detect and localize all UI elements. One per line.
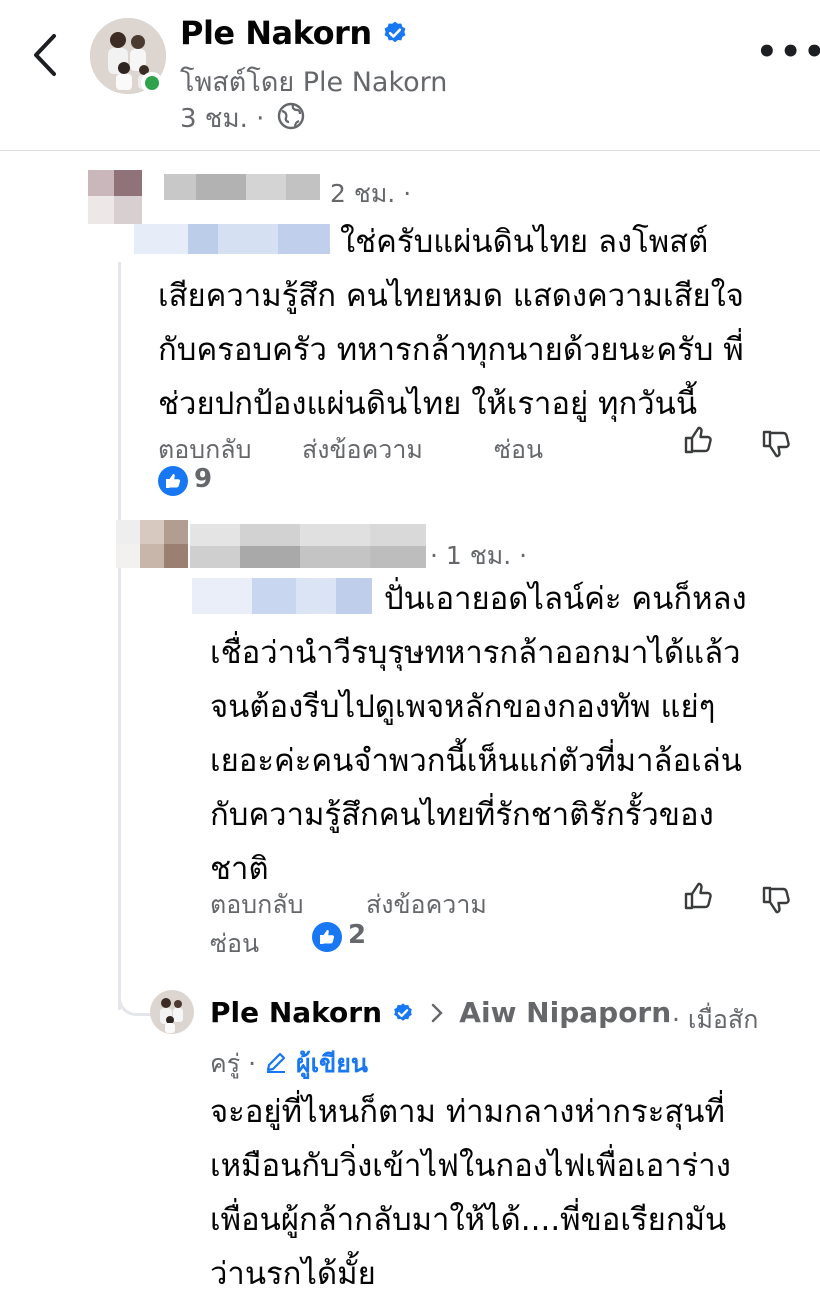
comment-2-time: · 1 ชม. · <box>430 541 528 570</box>
thread-connector <box>118 985 151 1016</box>
comment-2-reply-button[interactable]: ตอบกลับ <box>210 885 303 925</box>
reply-author-name[interactable]: Ple Nakorn <box>210 996 382 1029</box>
like-reaction-icon[interactable] <box>158 466 188 496</box>
reply-author-name-row[interactable]: Ple Nakorn Aiw Nipaporn <box>210 996 671 1031</box>
thumbs-down-icon[interactable] <box>760 884 792 920</box>
post-time: 3 ชม. · <box>180 104 265 134</box>
back-chevron-icon[interactable] <box>28 30 62 80</box>
thumbs-up-icon[interactable] <box>682 424 714 460</box>
comment-1-like-count: 9 <box>194 464 213 494</box>
comment-2-text: ปั่นเอายอดไลน์ค่ะ คนก็หลง เชื่อว่านำวีรบ… <box>210 581 747 887</box>
reply-meta-row: ครู่ · ผู้เขียน <box>210 1044 368 1084</box>
comment-1-time: 2 ชม. · <box>330 179 412 208</box>
comment-1-hide-button[interactable]: ซ่อน <box>494 430 543 470</box>
commenter-avatar-blurred[interactable] <box>88 170 142 224</box>
author-name[interactable]: Ple Nakorn <box>180 14 372 52</box>
post-time-row: 3 ชม. · <box>180 98 305 139</box>
reply-to-name[interactable]: Aiw Nipaporn <box>459 996 671 1029</box>
comment-2-like-count: 2 <box>348 920 367 950</box>
commenter-avatar-blurred[interactable] <box>116 520 188 568</box>
comment-2-hide-button[interactable]: ซ่อน <box>210 924 259 964</box>
pencil-icon <box>264 1050 288 1080</box>
thumbs-up-icon[interactable] <box>682 880 714 916</box>
like-reaction-icon[interactable] <box>312 922 342 952</box>
globe-icon <box>277 102 305 137</box>
comment-1-message-button[interactable]: ส่งข้อความ <box>302 430 423 470</box>
commenter-name-blurred[interactable] <box>190 524 426 568</box>
posted-by-label: โพสต์โดย Ple Nakorn <box>180 67 448 98</box>
chevron-right-icon <box>428 998 446 1031</box>
commenter-name-blurred[interactable] <box>164 174 320 200</box>
reply-time-part2: ครู่ · <box>210 1049 257 1078</box>
author-name-row[interactable]: Ple Nakorn <box>180 14 408 54</box>
reply-time-part1: · เมื่อสัก <box>672 1005 759 1034</box>
comment-2-message-button[interactable]: ส่งข้อความ <box>366 885 487 925</box>
verified-badge-icon <box>392 998 414 1031</box>
verified-badge-icon <box>382 16 408 54</box>
post-header: Ple Nakorn โพสต์โดย Ple Nakorn 3 ชม. · •… <box>0 0 820 151</box>
reply-author-avatar[interactable] <box>150 990 194 1034</box>
thumbs-down-icon[interactable] <box>760 428 792 464</box>
reply-text: จะอยู่ที่ไหนก็ตาม ท่ามกลางห่ากระสุนที่ เ… <box>210 1094 731 1292</box>
online-status-dot <box>141 72 163 94</box>
comment-1-text: ใช่ครับแผ่นดินไทย ลงโพสต์ เสียความรู้สึก… <box>158 224 744 422</box>
author-badge: ผู้เขียน <box>295 1049 368 1078</box>
thread-line <box>118 262 121 1010</box>
more-options-icon[interactable]: ••• <box>756 32 820 72</box>
